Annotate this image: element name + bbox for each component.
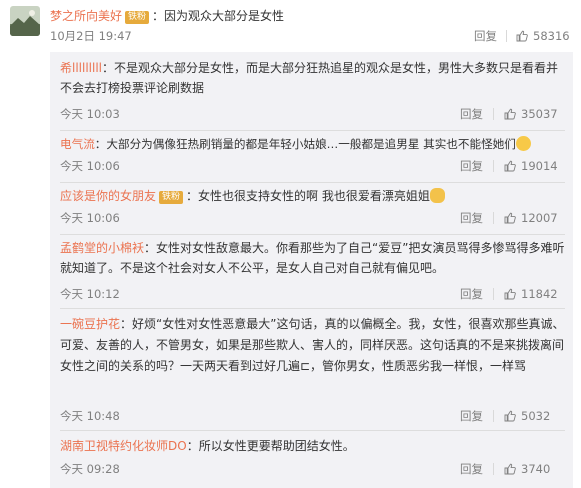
reply-content: 孟鹤堂的小棉袄：女性对女性敌意最大。你看那些为了自己“爱豆”把女演员骂得多惨骂得… [60,238,565,278]
reply-button[interactable]: 回复 [460,106,483,122]
like-button[interactable]: 11842 [504,286,558,302]
reply-text: ：不是观众大部分是女性，而是大部分狂热追星的观众是女性，男性大多数只是看看并不会… [60,61,559,95]
divider [493,288,494,300]
reply-content: 希lllllllll：不是观众大部分是女性，而是大部分狂热追星的观众是女性，男性… [60,58,565,98]
username-link[interactable]: 应该是你的女朋友 [60,189,156,203]
fan-badge: 铁粉 [125,11,150,24]
reply-text: ：所以女性更要帮助团结女性。 [186,439,355,453]
avatar[interactable] [10,6,40,36]
like-button[interactable]: 3740 [504,461,550,477]
sweat-smile-emoji [515,136,531,151]
like-count: 19014 [521,159,558,173]
like-button[interactable]: 5032 [504,408,550,424]
divider [493,212,494,224]
divider [493,160,494,172]
reply-button[interactable]: 回复 [460,158,483,174]
thumbs-up-icon [504,288,516,300]
reply-text: ：女性也很支持女性的啊 我也很爱看漂亮姐姐 [186,189,430,203]
divider [493,410,494,422]
reply-item: 湖南卫视特约化妆师DO：所以女性更要帮助团结女性。 今天 09:28 回复 37… [60,436,565,484]
username-link[interactable]: 电气流 [60,137,95,151]
reply-time: 今天 10:06 [60,159,120,173]
reply-button[interactable]: 回复 [460,408,483,424]
reply-separator [60,182,565,183]
divider [493,108,494,120]
like-count: 12007 [521,211,558,225]
username-link[interactable]: 孟鹤堂的小棉袄 [60,241,144,255]
reply-separator [60,308,565,309]
username-link[interactable]: 一碗豆护花 [60,317,120,331]
main-comment-line: 梦之所向美好 铁粉 ：因为观众大部分是女性 [50,7,284,25]
like-button[interactable]: 12007 [504,210,558,226]
reply-content: 一碗豆护花：好烦“女性对女性恶意最大”这句话，真的以偏概全。我，女性，很喜欢那些… [60,314,565,377]
divider [506,30,507,42]
like-count: 11842 [521,287,558,301]
reply-button[interactable]: 回复 [460,286,483,302]
thumbs-up-icon [504,212,516,224]
reply-time: 今天 09:28 [60,462,120,476]
reply-text: ：好烦“女性对女性恶意最大”这句话，真的以偏概全。我，女性，很喜欢那些真诚、可爱… [60,317,565,373]
like-button[interactable]: 19014 [504,158,558,174]
like-count: 58316 [533,29,570,43]
reply-button[interactable]: 回复 [474,28,497,44]
divider [493,463,494,475]
reply-time: 今天 10:06 [60,211,120,225]
reply-content: 电气流：大部分为偶像狂热刷销量的都是年轻小姑娘…一般都是追男星 其实也不能怪她们 [60,134,565,154]
like-count: 5032 [521,409,551,423]
reply-item: 孟鹤堂的小棉袄：女性对女性敌意最大。你看那些为了自己“爱豆”把女演员骂得多惨骂得… [60,238,565,304]
like-count: 3740 [521,462,551,476]
reply-time: 今天 10:03 [60,107,120,121]
cat-face-emoji [429,188,445,203]
thumbs-up-icon [504,160,516,172]
reply-time: 今天 10:12 [60,287,120,301]
username-link[interactable]: 梦之所向美好 [50,9,122,23]
username-link[interactable]: 希lllllllll [60,61,102,75]
reply-separator [60,430,565,431]
reply-button[interactable]: 回复 [460,461,483,477]
like-button[interactable]: 58316 [516,28,570,44]
reply-time: 今天 10:48 [60,409,120,423]
reply-separator [60,130,565,131]
reply-content: 应该是你的女朋友 铁粉 ：女性也很支持女性的啊 我也很爱看漂亮姐姐 [60,186,565,206]
like-count: 35037 [521,107,558,121]
reply-content: 湖南卫视特约化妆师DO：所以女性更要帮助团结女性。 [60,436,565,456]
reply-separator [60,234,565,235]
reply-item: 一碗豆护花：好烦“女性对女性恶意最大”这句话，真的以偏概全。我，女性，很喜欢那些… [60,314,565,424]
thumbs-up-icon [504,463,516,475]
comment-date: 10月2日 19:47 [50,29,132,43]
fan-badge: 铁粉 [159,191,184,204]
comment-text: ：因为观众大部分是女性 [152,9,285,23]
reply-button[interactable]: 回复 [460,210,483,226]
reply-item: 希lllllllll：不是观众大部分是女性，而是大部分狂热追星的观众是女性，男性… [60,58,565,124]
thumbs-up-icon [504,410,516,422]
like-button[interactable]: 35037 [504,106,558,122]
replies-panel: 希lllllllll：不是观众大部分是女性，而是大部分狂热追星的观众是女性，男性… [50,52,573,488]
username-link[interactable]: 湖南卫视特约化妆师DO [60,439,187,453]
reply-text: ：大部分为偶像狂热刷销量的都是年轻小姑娘…一般都是追男星 其实也不能怪她们 [94,137,516,151]
thumbs-up-icon [516,30,528,42]
main-comment: 梦之所向美好 铁粉 ：因为观众大部分是女性 10月2日 19:47 回复 58316 [0,0,581,58]
reply-item: 应该是你的女朋友 铁粉 ：女性也很支持女性的啊 我也很爱看漂亮姐姐 今天 10:06… [60,186,565,230]
thumbs-up-icon [504,108,516,120]
reply-item: 电气流：大部分为偶像狂热刷销量的都是年轻小姑娘…一般都是追男星 其实也不能怪她们… [60,134,565,178]
